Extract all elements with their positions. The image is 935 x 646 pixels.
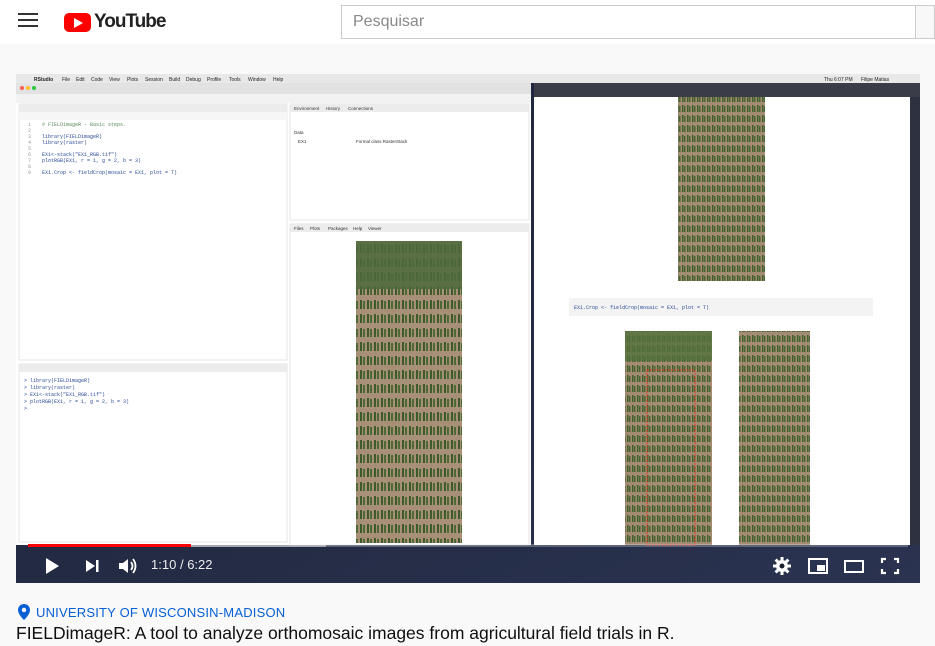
- svg-text:Session: Session: [145, 77, 163, 83]
- miniplayer-button[interactable]: [806, 555, 830, 577]
- settings-button[interactable]: [770, 555, 794, 577]
- svg-text:Filipe Matias: Filipe Matias: [861, 77, 890, 83]
- location-pin-icon: [18, 604, 30, 620]
- svg-text:Help: Help: [353, 226, 363, 231]
- progress-played: [28, 544, 191, 547]
- next-button[interactable]: [81, 555, 105, 577]
- theater-mode-button[interactable]: [842, 555, 866, 577]
- svg-text:Window: Window: [248, 77, 266, 83]
- svg-text:plotRGB(EX1, r = 1, g = 2, b =: plotRGB(EX1, r = 1, g = 2, b = 3): [42, 158, 141, 164]
- volume-icon: [119, 558, 137, 574]
- theater-mode-icon: [844, 560, 864, 573]
- youtube-play-icon: [64, 12, 91, 32]
- svg-text:Edit: Edit: [76, 77, 85, 83]
- svg-text:# FIELDimageR - Basic steps.: # FIELDimageR - Basic steps.: [42, 122, 126, 128]
- channel-info: UNIVERSITY OF WISCONSIN-MADISON: [18, 604, 285, 620]
- time-separator: /: [179, 557, 184, 572]
- time-total: 6:22: [187, 557, 213, 572]
- hamburger-menu-icon[interactable]: [18, 13, 38, 29]
- svg-text:Formal class RasterStack: Formal class RasterStack: [356, 139, 408, 144]
- svg-text:EX1.Crop <- fieldCrop(mosaic =: EX1.Crop <- fieldCrop(mosaic = EX1, plot…: [42, 170, 177, 176]
- search-input[interactable]: [342, 6, 915, 38]
- play-icon: [46, 558, 59, 574]
- search-box: [341, 5, 916, 39]
- svg-text:> plotRGB(EX1, r = 1, g = 2, b: > plotRGB(EX1, r = 1, g = 2, b = 3): [24, 399, 129, 405]
- logo-text: YouTube: [94, 11, 166, 32]
- time-current: 1:10: [151, 557, 177, 572]
- svg-text:Data: Data: [294, 130, 304, 135]
- video-player[interactable]: RStudio File Edit Code View Plots Session Buil…: [16, 74, 920, 583]
- gear-icon: [773, 557, 791, 575]
- svg-text:> library(raster): > library(raster): [24, 385, 75, 391]
- skip-next-icon: [86, 560, 99, 572]
- svg-text:Help: Help: [273, 77, 284, 83]
- svg-text:> library(FIELDimageR): > library(FIELDimageR): [24, 378, 90, 384]
- svg-text:Profile: Profile: [207, 77, 221, 83]
- svg-text:File: File: [62, 77, 70, 83]
- time-display: 1:10 / 6:22: [151, 557, 213, 572]
- svg-text:Viewer: Viewer: [368, 226, 382, 231]
- svg-text:Files: Files: [294, 226, 304, 231]
- svg-text:Debug: Debug: [186, 77, 201, 83]
- svg-text:RStudio: RStudio: [34, 77, 53, 83]
- fullscreen-button[interactable]: [878, 555, 902, 577]
- video-frame: RStudio File Edit Code View Plots Session Buil…: [16, 74, 920, 583]
- svg-text:Thu 6:07 PM: Thu 6:07 PM: [824, 77, 853, 83]
- channel-link[interactable]: UNIVERSITY OF WISCONSIN-MADISON: [36, 605, 285, 620]
- svg-text:Connections: Connections: [348, 106, 374, 111]
- svg-text:Environment: Environment: [294, 106, 320, 111]
- masthead: YouTube: [0, 0, 935, 44]
- video-title: FIELDimageR: A tool to analyze orthomosa…: [16, 623, 675, 643]
- svg-text:Build: Build: [169, 77, 180, 83]
- svg-text:library(raster): library(raster): [42, 140, 87, 146]
- fullscreen-icon: [880, 557, 900, 575]
- svg-text:Plots: Plots: [310, 226, 321, 231]
- miniplayer-icon: [808, 558, 828, 574]
- play-button[interactable]: [41, 555, 65, 577]
- svg-text:View: View: [109, 77, 120, 83]
- svg-text:EX1: EX1: [298, 139, 307, 144]
- search-button[interactable]: [916, 5, 935, 39]
- svg-text:EX1.Crop <- fieldCrop(mosaic =: EX1.Crop <- fieldCrop(mosaic = EX1, plot…: [574, 305, 709, 311]
- svg-text:History: History: [326, 106, 341, 111]
- svg-text:Tools: Tools: [229, 77, 241, 83]
- svg-text:Code: Code: [91, 77, 103, 83]
- youtube-logo[interactable]: YouTube: [64, 11, 166, 33]
- mute-button[interactable]: [116, 555, 140, 577]
- svg-text:9: 9: [28, 170, 31, 176]
- svg-text:Plots: Plots: [127, 77, 139, 83]
- svg-text:Packages: Packages: [328, 226, 349, 231]
- svg-text:> EX1<-stack("EX1_RGB.tif"): > EX1<-stack("EX1_RGB.tif"): [24, 392, 105, 398]
- svg-text:>: >: [24, 406, 27, 412]
